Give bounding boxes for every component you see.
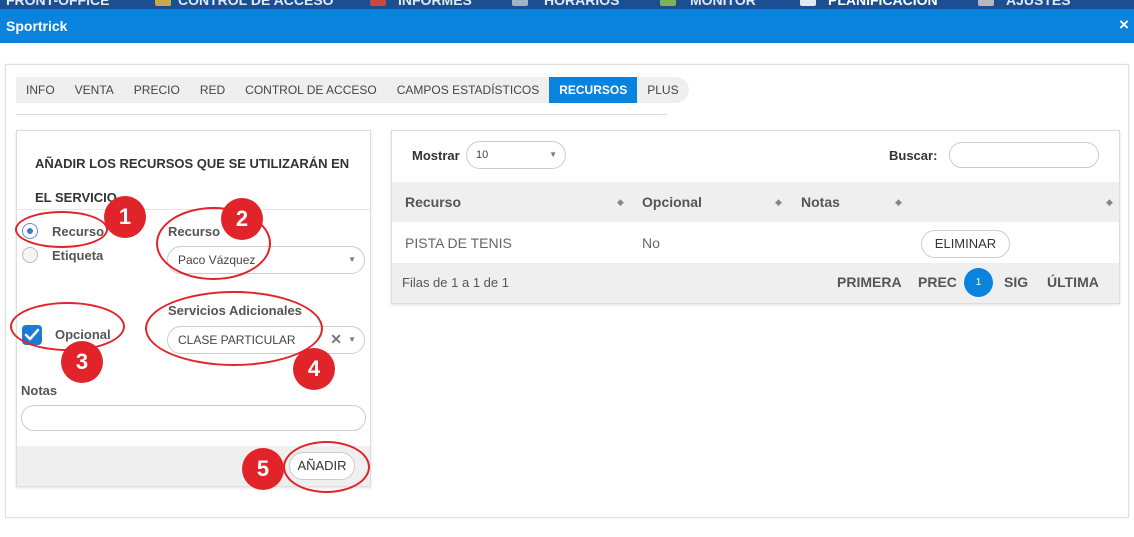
nav-item-ajustes[interactable]: AJUSTES bbox=[1006, 0, 1071, 8]
recurso-label: Recurso bbox=[168, 224, 221, 239]
planning-icon bbox=[800, 0, 816, 6]
pagination-current-page[interactable]: 1 bbox=[964, 268, 993, 297]
close-icon[interactable]: × bbox=[1116, 16, 1132, 34]
radio-recurso[interactable]: Recurso bbox=[22, 223, 104, 239]
radio-etiqueta-label: Etiqueta bbox=[52, 247, 104, 263]
sort-icon[interactable]: ◆ bbox=[895, 182, 902, 222]
clear-icon[interactable]: ✕ bbox=[330, 326, 342, 352]
settings-icon bbox=[978, 0, 994, 6]
tab-control-acceso[interactable]: CONTROL DE ACCESO bbox=[235, 77, 387, 103]
column-header-notas[interactable]: Notas bbox=[801, 182, 840, 222]
chevron-down-icon: ▼ bbox=[348, 255, 356, 264]
table-info: Filas de 1 a 1 de 1 bbox=[402, 275, 509, 290]
opcional-label: Opcional bbox=[55, 327, 111, 342]
radio-recurso-label: Recurso bbox=[52, 223, 105, 239]
pagination-prev[interactable]: PREC bbox=[918, 274, 957, 290]
tab-info[interactable]: INFO bbox=[16, 77, 65, 103]
cell-recurso: PISTA DE TENIS bbox=[405, 235, 512, 251]
form-heading: AÑADIR LOS RECURSOS QUE SE UTILIZARÁN EN… bbox=[35, 156, 350, 205]
annotation-badge-3: 3 bbox=[61, 341, 103, 383]
recurso-select-value: Paco Vázquez bbox=[178, 253, 256, 267]
servicios-adicionales-label: Servicios Adicionales bbox=[168, 303, 302, 318]
chevron-down-icon: ▼ bbox=[348, 335, 356, 344]
pagination-next[interactable]: SIG bbox=[1004, 274, 1028, 290]
column-header-opcional[interactable]: Opcional bbox=[642, 182, 702, 222]
notas-label: Notas bbox=[21, 383, 58, 398]
annotation-badge-1: 1 bbox=[104, 196, 146, 238]
opcional-checkbox[interactable] bbox=[22, 325, 42, 345]
access-control-icon bbox=[155, 0, 171, 6]
tab-plus[interactable]: PLUS bbox=[637, 77, 688, 103]
tab-red[interactable]: RED bbox=[190, 77, 235, 103]
delete-button[interactable]: ELIMINAR bbox=[921, 230, 1010, 258]
form-footer: AÑADIR bbox=[17, 446, 370, 486]
pagination-last[interactable]: ÚLTIMA bbox=[1047, 274, 1099, 290]
radio-etiqueta[interactable]: Etiqueta bbox=[22, 247, 103, 263]
tab-recursos[interactable]: RECURSOS bbox=[549, 77, 638, 103]
nav-item-planificacion[interactable]: PLANIFICACIÓN bbox=[828, 0, 938, 8]
tab-campos-estadisticos[interactable]: CAMPOS ESTADÍSTICOS bbox=[387, 77, 549, 103]
nav-item-informes[interactable]: INFORMES bbox=[398, 0, 472, 8]
page-size-select[interactable]: 10 ▼ bbox=[466, 141, 566, 169]
heading-divider bbox=[17, 209, 370, 210]
reports-icon bbox=[370, 0, 386, 6]
pagination-first[interactable]: PRIMERA bbox=[837, 274, 902, 290]
search-label: Buscar: bbox=[889, 148, 938, 163]
sort-icon[interactable]: ◆ bbox=[1106, 182, 1113, 222]
tabs-divider bbox=[16, 114, 667, 115]
checkmark-icon bbox=[24, 328, 40, 341]
page-size-value: 10 bbox=[476, 149, 489, 161]
nav-item-monitor[interactable]: MONITOR bbox=[690, 0, 756, 8]
table-header: Recurso ◆ Opcional ◆ Notas ◆ ◆ bbox=[392, 182, 1119, 222]
nav-item-control-acceso[interactable]: CONTROL DE ACCESO bbox=[178, 0, 334, 8]
sort-icon[interactable]: ◆ bbox=[617, 182, 624, 222]
add-button[interactable]: AÑADIR bbox=[289, 452, 355, 480]
window-title-bar: Sportrick × bbox=[0, 9, 1134, 43]
servicios-adicionales-select[interactable]: CLASE PARTICULAR ✕ ▼ bbox=[167, 326, 365, 354]
top-navigation: FRONT-OFFICE CONTROL DE ACCESO INFORMES … bbox=[0, 0, 1134, 9]
tab-venta[interactable]: VENTA bbox=[65, 77, 124, 103]
show-entries-label: Mostrar bbox=[412, 148, 460, 163]
recurso-select[interactable]: Paco Vázquez ▼ bbox=[167, 246, 365, 274]
radio-unchecked-icon[interactable] bbox=[22, 247, 38, 263]
notas-input[interactable] bbox=[21, 405, 366, 431]
annotation-badge-4: 4 bbox=[293, 348, 335, 390]
chevron-down-icon: ▼ bbox=[549, 150, 557, 159]
search-input[interactable] bbox=[949, 142, 1099, 168]
annotation-badge-5: 5 bbox=[242, 448, 284, 490]
resources-table-card: Mostrar 10 ▼ Buscar: Recurso ◆ Opcional … bbox=[391, 130, 1120, 304]
annotation-badge-2: 2 bbox=[221, 198, 263, 240]
add-resource-form: AÑADIR LOS RECURSOS QUE SE UTILIZARÁN EN… bbox=[16, 130, 371, 487]
sort-icon[interactable]: ◆ bbox=[775, 182, 782, 222]
window-title: Sportrick bbox=[6, 18, 68, 34]
schedule-icon bbox=[512, 0, 528, 6]
cell-opcional: No bbox=[642, 235, 660, 251]
nav-item-horarios[interactable]: HORARIOS bbox=[544, 0, 619, 8]
table-footer: Filas de 1 a 1 de 1 PRIMERA PREC 1 SIG Ú… bbox=[392, 263, 1119, 303]
tab-bar: INFO VENTA PRECIO RED CONTROL DE ACCESO … bbox=[16, 77, 689, 103]
tab-precio[interactable]: PRECIO bbox=[124, 77, 190, 103]
service-panel: INFO VENTA PRECIO RED CONTROL DE ACCESO … bbox=[5, 64, 1129, 518]
servicios-select-value: CLASE PARTICULAR bbox=[178, 333, 296, 347]
column-header-recurso[interactable]: Recurso bbox=[405, 182, 461, 222]
monitor-icon bbox=[660, 0, 676, 6]
nav-item-front-office[interactable]: FRONT-OFFICE bbox=[6, 0, 109, 8]
radio-checked-icon[interactable] bbox=[22, 223, 38, 239]
